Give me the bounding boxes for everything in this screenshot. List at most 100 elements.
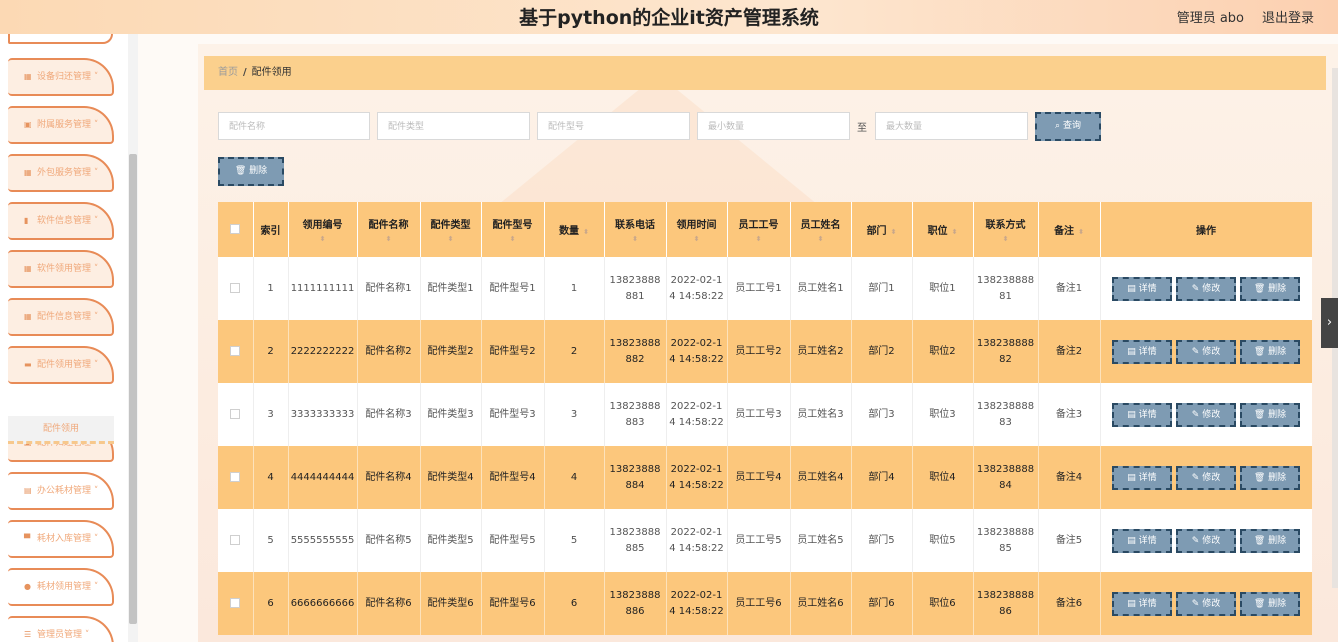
sort-icon[interactable]: ⬍ bbox=[976, 235, 1036, 243]
sidebar-item[interactable]: ▤ 办公耗材管理 ˅ bbox=[8, 472, 114, 510]
trash-icon: 🗑 bbox=[1253, 598, 1269, 609]
column-header[interactable]: 部门 ⬍ bbox=[851, 202, 913, 257]
column-header[interactable]: 领用编号 ⬍ bbox=[288, 202, 358, 257]
monitor-icon: ▀ bbox=[24, 534, 31, 543]
row-checkbox[interactable] bbox=[230, 597, 241, 608]
detail-button[interactable]: ▤ 详情 bbox=[1112, 465, 1172, 490]
column-header[interactable]: 数量 ⬍ bbox=[544, 202, 605, 257]
sort-icon[interactable]: ⬍ bbox=[484, 235, 542, 243]
sort-icon[interactable]: ⬍ bbox=[669, 235, 725, 243]
detail-button[interactable]: ▤ 详情 bbox=[1112, 339, 1172, 364]
delete-button[interactable]: 🗑 删除 bbox=[1240, 276, 1300, 301]
table-cell: 员工工号6 bbox=[727, 572, 791, 635]
actions-cell: ▤ 详情 ✎ 修改 🗑 删除 bbox=[1100, 320, 1312, 383]
row-checkbox[interactable] bbox=[230, 534, 241, 545]
table-body: 1 1111111111 配件名称1 配件类型1 配件型号1 1 13823888881 20… bbox=[218, 257, 1312, 635]
column-header[interactable]: 职位 ⬍ bbox=[912, 202, 974, 257]
part-type-input[interactable]: 配件类型 bbox=[377, 112, 530, 140]
sidebar-scroll-thumb[interactable] bbox=[129, 154, 137, 624]
sort-icon[interactable]: ⬍ bbox=[583, 228, 589, 236]
sidebar-item[interactable]: ☰ 管理员管理 ˅ bbox=[8, 616, 114, 642]
edit-button[interactable]: ✎ 修改 bbox=[1176, 276, 1236, 301]
delete-button[interactable]: 🗑 删除 bbox=[1240, 339, 1300, 364]
delete-button[interactable]: 🗑 删除 bbox=[1240, 528, 1300, 553]
detail-button[interactable]: ▤ 详情 bbox=[1112, 591, 1172, 616]
column-header[interactable]: 员工姓名 ⬍ bbox=[790, 202, 852, 257]
sort-icon[interactable]: ⬍ bbox=[607, 235, 664, 243]
sort-icon[interactable]: ⬍ bbox=[891, 228, 897, 236]
row-checkbox[interactable] bbox=[230, 471, 241, 482]
delete-button[interactable]: 🗑 删除 bbox=[1240, 591, 1300, 616]
detail-button[interactable]: ▤ 详情 bbox=[1112, 402, 1172, 427]
column-header[interactable]: 备注 ⬍ bbox=[1038, 202, 1101, 257]
edit-button[interactable]: ✎ 修改 bbox=[1176, 402, 1236, 427]
sort-icon[interactable]: ⬍ bbox=[793, 235, 849, 243]
breadcrumb-home[interactable]: 首页 bbox=[218, 67, 238, 78]
edit-button[interactable]: ✎ 修改 bbox=[1176, 591, 1236, 616]
table-cell: 配件类型3 bbox=[420, 383, 482, 446]
chevron-down-icon: ˅ bbox=[91, 360, 99, 370]
sidebar-subitem-parts-use[interactable]: 配件领用 bbox=[8, 416, 114, 444]
sidebar-item[interactable]: ▮ 软件信息管理 ˅ bbox=[8, 202, 114, 240]
row-checkbox[interactable] bbox=[230, 282, 241, 293]
detail-button[interactable]: ▤ 详情 bbox=[1112, 528, 1172, 553]
sidebar-item[interactable]: ● 耗材领用管理 ˅ bbox=[8, 568, 114, 606]
sidebar-item[interactable]: ▬ 配件领用管理 ˅ bbox=[8, 346, 114, 384]
column-header[interactable]: 配件名称 ⬍ bbox=[357, 202, 421, 257]
query-button[interactable]: ⌕ 查询 bbox=[1035, 112, 1101, 141]
column-header[interactable]: 联系电话 ⬍ bbox=[604, 202, 667, 257]
sidebar-item[interactable]: ▦ 外包服务管理 ˅ bbox=[8, 154, 114, 192]
table-cell: 备注6 bbox=[1038, 572, 1101, 635]
document-icon: ▤ bbox=[1127, 472, 1139, 483]
chevron-down-icon: ˅ bbox=[91, 72, 99, 82]
sidebar-item[interactable]: ▦ 设备归还管理 ˅ bbox=[8, 58, 114, 96]
sidebar-item-label: 配件信息管理 bbox=[37, 312, 92, 322]
select-all-checkbox[interactable] bbox=[230, 224, 241, 234]
edit-button[interactable]: ✎ 修改 bbox=[1176, 528, 1236, 553]
table-cell: 1 bbox=[544, 257, 605, 320]
chevron-right-icon[interactable]: › bbox=[1321, 298, 1338, 348]
logout-link[interactable]: 退出登录 bbox=[1262, 7, 1314, 26]
table-cell: 配件类型4 bbox=[420, 446, 482, 509]
user-icon: ● bbox=[24, 582, 31, 591]
sort-icon[interactable]: ⬍ bbox=[952, 228, 958, 236]
part-name-input[interactable]: 配件名称 bbox=[218, 112, 370, 140]
detail-button[interactable]: ▤ 详情 bbox=[1112, 276, 1172, 301]
row-select-cell bbox=[218, 320, 254, 383]
batch-delete-button[interactable]: 🗑 删除 bbox=[218, 157, 284, 186]
table-row: 4 4444444444 配件名称4 配件类型4 配件型号4 4 13823888884 20… bbox=[218, 446, 1312, 509]
column-header[interactable]: 领用时间 ⬍ bbox=[666, 202, 728, 257]
sort-icon[interactable]: ⬍ bbox=[423, 235, 479, 243]
row-checkbox[interactable] bbox=[230, 345, 241, 356]
part-model-input[interactable]: 配件型号 bbox=[537, 112, 690, 140]
column-header[interactable]: 配件类型 ⬍ bbox=[420, 202, 482, 257]
sidebar-item[interactable]: ▦ 软件领用管理 ˅ bbox=[8, 250, 114, 288]
max-quantity-input[interactable]: 最大数量 bbox=[875, 112, 1028, 140]
column-header-label: 联系方式 bbox=[985, 220, 1026, 231]
sort-icon[interactable]: ⬍ bbox=[730, 235, 788, 243]
sidebar-item[interactable]: ▣ 附属服务管理 ˅ bbox=[8, 106, 114, 144]
table-cell: 6 bbox=[253, 572, 289, 635]
actions-cell: ▤ 详情 ✎ 修改 🗑 删除 bbox=[1100, 572, 1312, 635]
min-quantity-input[interactable]: 最小数量 bbox=[697, 112, 850, 140]
column-header[interactable]: 联系方式 ⬍ bbox=[973, 202, 1039, 257]
column-header[interactable]: 配件型号 ⬍ bbox=[481, 202, 545, 257]
sort-icon[interactable]: ⬍ bbox=[1078, 228, 1084, 236]
table-cell: 员工工号5 bbox=[727, 509, 791, 572]
table-row: 3 3333333333 配件名称3 配件类型3 配件型号3 3 13823888883 20… bbox=[218, 383, 1312, 446]
sidebar-item[interactable]: ▀ 耗材入库管理 ˅ bbox=[8, 520, 114, 558]
row-checkbox[interactable] bbox=[230, 408, 241, 419]
edit-button[interactable]: ✎ 修改 bbox=[1176, 339, 1236, 364]
edit-button[interactable]: ✎ 修改 bbox=[1176, 465, 1236, 490]
column-header-label: 操作 bbox=[1196, 226, 1216, 237]
column-header[interactable]: 员工工号 ⬍ bbox=[727, 202, 791, 257]
table-cell: 配件类型2 bbox=[420, 320, 482, 383]
sort-icon[interactable]: ⬍ bbox=[360, 235, 418, 243]
table-cell: 2022-02-14 14:58:22 bbox=[666, 383, 728, 446]
table-cell: 4 bbox=[544, 446, 605, 509]
table-cell: 员工姓名6 bbox=[790, 572, 852, 635]
sidebar-item[interactable]: ▦ 配件信息管理 ˅ bbox=[8, 298, 114, 336]
delete-button[interactable]: 🗑 删除 bbox=[1240, 465, 1300, 490]
delete-button[interactable]: 🗑 删除 bbox=[1240, 402, 1300, 427]
sort-icon[interactable]: ⬍ bbox=[291, 235, 355, 243]
